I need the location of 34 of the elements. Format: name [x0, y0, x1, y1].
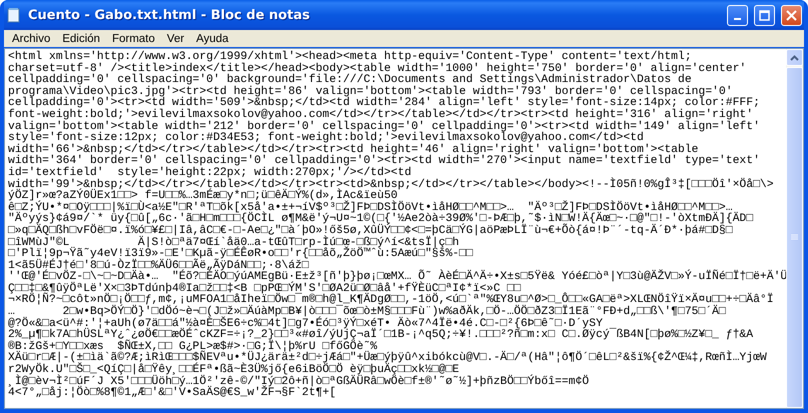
close-button[interactable] [781, 4, 802, 26]
text-line: width='66'>&nbsp;</td></tr></table></td></tr><tr><td height='46' align='right' valign='bottom'><table [8, 144, 698, 156]
text-line: <html xmlns='http://www.w3.org/1999/xhtml'><head><meta http-equiv='Content-Type' content='text/html; [8, 52, 692, 63]
text-line: valign='bottom'><table width='212' border='0' cellspacing='0' cellpadding='0'><tr><td width='149' align='left' [8, 122, 761, 133]
text-line: 1<ã5Ü#ÉJ†é□'8□ú-ÒzÏ□□%ÄÜ6□□Ãë„ÃÿDáN□□;·8\áž□ [8, 260, 309, 272]
menu-item[interactable]: Ayuda [190, 32, 235, 44]
text-line: Ç□□‡□&¶ûÿÖªLë'X×□3ÞTdúnþ4®Ia□ž□□‡<B □pPŒ□ÝM'S'□ØA2ü□Ø□âå'+fŸÈüC□ªI¢*ï<»C □□ [8, 284, 521, 295]
text-line: width='364' border='0' cellspacing='0' cellpadding='0'><tr><td width='270'><input name='textfield' type='text' [8, 156, 761, 168]
menu-item[interactable]: Formato [106, 32, 161, 44]
text-line: programa\Video\pic3.jpg'><tr><td height='86' valign='bottom'><table width='793' border='0' cellspacing='0' [8, 86, 733, 98]
text-line: style='font-size:12px; color:#D34E53; font-weight:bold;'>evilevilmaxsokolov@yahoo.com</td><td [8, 133, 644, 144]
maximize-icon [759, 10, 770, 20]
text-line: width='99'>&nbsp;</td></tr></table></td></tr><tr><td>&nbsp;</td></tr></table></body><!--Ì05ñ!0%gÎ³‡[□□□Öî'×Öå□\> [8, 180, 775, 191]
text-line: ¸Ì@□èv¬Ì²□úF´J X5'□□□Üöh□ý…1Ö²'zê-©/"Iý□2ô+ñ|ò□ªGßÄÜRâ□wÖè□f±®'˜ø˜½]+þñzBÖ□□Ýbőî==m¢Ö [8, 376, 590, 388]
close-icon [786, 10, 797, 20]
text-line: ê□Z;ÝU•*¤□Oÿ□□□|%ï□Ù<a½E"□R'ªT□õk[x5å'a•±+¬íV$º³□Ž]FÞ□DSÌÖöVt•ìåHØ□□^M□□>… "Äº³□Ž]FÞ□DSÌÖöVt•ìåHØ□□^M□□>… [8, 202, 733, 214]
menu-item[interactable]: Archivo [6, 32, 56, 44]
window-title: Cuento - Gabo.txt.html - Bloc de notas [28, 8, 311, 22]
minimize-icon [734, 18, 741, 20]
text-line: cellpadding='0'><tr><td width='509'>&nbsp;</td><td width='284' align='left' style='font-size:14px; color:#FFF; [8, 98, 761, 110]
notepad-icon [6, 7, 22, 23]
text-line: □»q□ÄQ□ßh□vFÖë□¤.ï%ó□¥£□|Iâ,âC□€-□-Ae□¿"□à´þO»!őš5ø,XûÜÝ□□¢<□=þCä□ÝG|aöPæÞLÏ¨ù¬€+Õò{á¤!Þ¨´-tq-Ä´Ð*·þá#□D§□ [8, 226, 734, 237]
text-line: charset=utf-8' /><title>index</title></head><body><table width='1000' height='750' border='0' align='center' [8, 64, 748, 75]
scroll-up-icon[interactable] [786, 49, 803, 66]
text-line: 4<7°„□åj:¦Öò□%8¶©1„Æ□'&□'V•SaÄS@€S_w'ŽF¬§F`2t¶+[ [8, 388, 336, 400]
text-line: cellpadding='0' cellspacing='0' background='file:///C:\Documents and Settings\Administrador\Datos de [8, 75, 692, 86]
menu-item[interactable]: Edición [56, 32, 106, 44]
text-line: id='textfield' style='height:22px; width:270px;'/></td><td [8, 168, 412, 179]
text-line: @?Ö«&□a<ü^#:'¦+aUh(ø7ä□□á"½à¤È□ŠE6÷c%□4t]□g7•Éó□³ÿÝ□xéT• Äò«7^4Ïë•4é.C□-□²{6Þ□ê˜□·D´ySY [8, 318, 603, 330]
minimize-button[interactable] [727, 4, 748, 26]
maximize-button[interactable] [754, 4, 775, 26]
text-line: font-weight:bold;'>evilevilmaxsokolov@yahoo.com</td></tr></table></td></tr><tr><td height='316' align='right' [8, 110, 754, 121]
grip-icon [791, 234, 798, 241]
menu-item[interactable]: Ver [160, 32, 190, 44]
